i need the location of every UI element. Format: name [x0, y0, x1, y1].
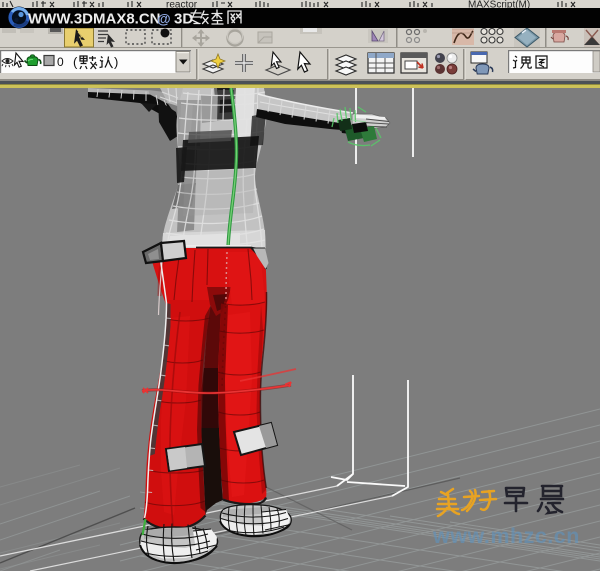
svg-text:WWW.3DMAX8.CN: WWW.3DMAX8.CN: [28, 11, 161, 28]
svg-text:0: 0: [57, 55, 64, 69]
svg-text:): ): [114, 55, 118, 70]
svg-text:(: (: [73, 55, 78, 70]
svg-text:www.mhzc.cn: www.mhzc.cn: [432, 524, 580, 548]
svg-text:@: @: [157, 11, 171, 27]
